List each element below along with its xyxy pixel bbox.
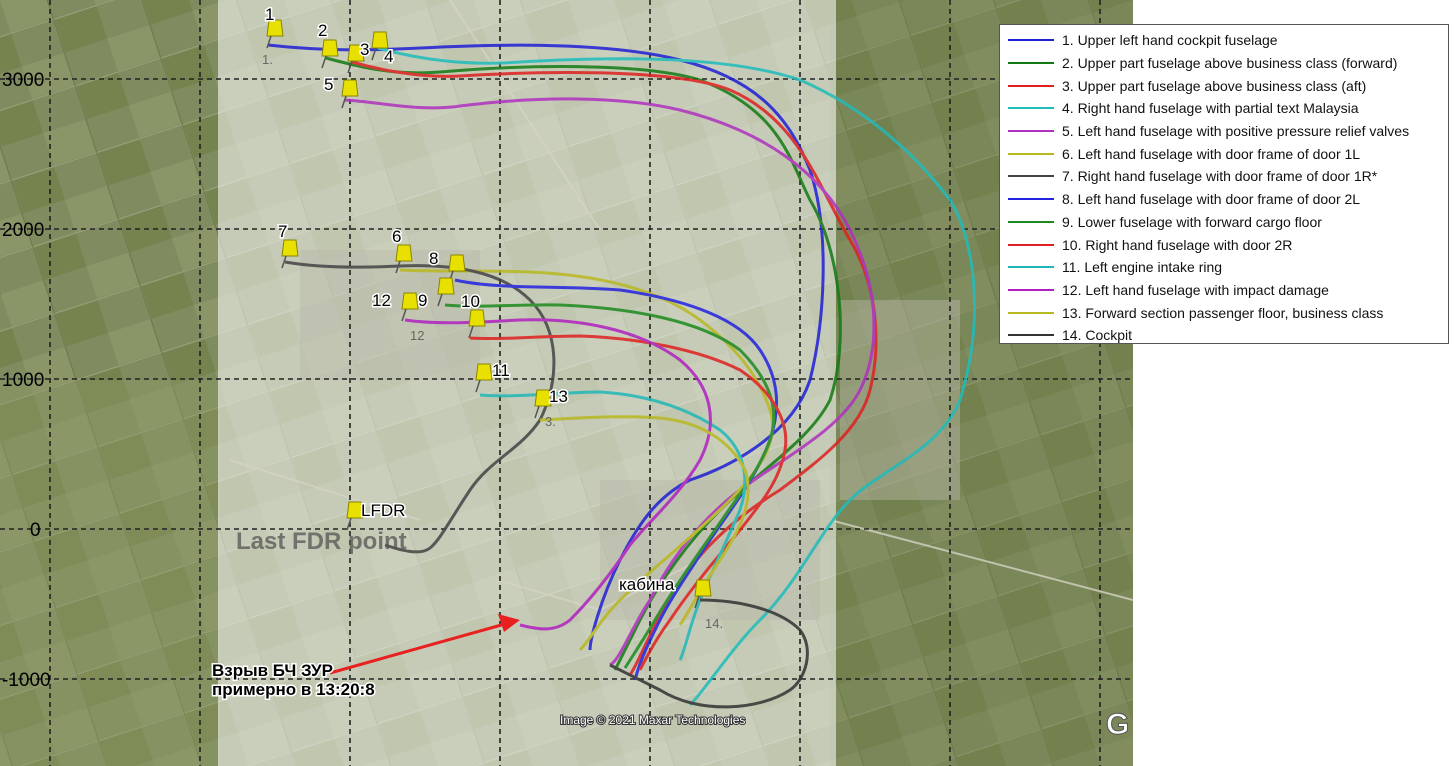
pin-label: 11: [492, 361, 510, 380]
map-canvas: 3000 2000 1000 0 -1000 1. 12 3. 14. Last…: [0, 0, 1133, 766]
pin-label: 3: [360, 40, 369, 59]
satellite-map[interactable]: 3000 2000 1000 0 -1000 1. 12 3. 14. Last…: [0, 0, 1133, 766]
ground-label: 1.: [262, 52, 273, 67]
legend-item: 2. Upper part fuselage above business cl…: [1008, 52, 1448, 75]
pin-icon: [401, 292, 419, 310]
legend-swatch: [1008, 62, 1054, 65]
pin-icon: [468, 309, 486, 327]
pin-icon: [475, 363, 493, 381]
legend-swatch: [1008, 311, 1054, 314]
pin-label: 5: [324, 75, 333, 94]
legend-item: 1. Upper left hand cockpit fuselage: [1008, 29, 1448, 52]
google-logo: G: [1106, 708, 1129, 741]
legend-label: 9. Lower fuselage with forward cargo flo…: [1062, 213, 1322, 230]
pin-label: 4: [384, 47, 393, 66]
legend-item: 7. Right hand fuselage with door frame o…: [1008, 165, 1448, 188]
light-overlay: [218, 0, 836, 766]
legend-swatch: [1008, 107, 1054, 110]
ground-label: 14.: [705, 616, 723, 631]
pin-label: кабина: [619, 575, 675, 594]
pin-label: 13: [549, 387, 568, 406]
legend-item: 11. Left engine intake ring: [1008, 256, 1448, 279]
legend-swatch: [1008, 198, 1054, 201]
image-credit: Image © 2021 Maxar Technologies: [560, 713, 745, 727]
y-axis-label: 0: [30, 520, 41, 541]
pin-label: 1: [265, 5, 274, 24]
legend-item: 13. Forward section passenger floor, bus…: [1008, 301, 1448, 324]
legend-label: 10. Right hand fuselage with door 2R: [1062, 236, 1293, 253]
pin-icon: [448, 254, 466, 272]
legend-item: 10. Right hand fuselage with door 2R: [1008, 233, 1448, 256]
legend-swatch: [1008, 175, 1054, 178]
legend-label: 14. Cockpit: [1062, 327, 1133, 344]
pin-label: 2: [318, 21, 327, 40]
legend-swatch: [1008, 130, 1054, 133]
legend-item: 5. Left hand fuselage with positive pres…: [1008, 120, 1448, 143]
legend-swatch: [1008, 39, 1054, 42]
legend-label: 3. Upper part fuselage above business cl…: [1062, 77, 1367, 94]
pin-icon: [371, 31, 389, 49]
pin-icon: [321, 39, 339, 57]
ground-label: 12: [410, 328, 424, 343]
legend-label: 1. Upper left hand cockpit fuselage: [1062, 32, 1278, 49]
terrain-southwest: [0, 380, 220, 766]
y-axis-label: 2000: [2, 220, 44, 241]
pin-label: 8: [429, 249, 438, 268]
ground-label: 3.: [545, 414, 556, 429]
legend-item: 4. Right hand fuselage with partial text…: [1008, 97, 1448, 120]
legend-swatch: [1008, 288, 1054, 291]
legend-swatch: [1008, 334, 1054, 337]
legend-item: 6. Left hand fuselage with door frame of…: [1008, 142, 1448, 165]
legend-panel: 1. Upper left hand cockpit fuselage 2. U…: [999, 24, 1449, 344]
legend-swatch: [1008, 84, 1054, 87]
pin-icon: [437, 277, 455, 295]
legend-swatch: [1008, 220, 1054, 223]
y-axis-label: 1000: [2, 370, 44, 391]
pin-label: 12: [372, 291, 391, 310]
legend-item: 9. Lower fuselage with forward cargo flo…: [1008, 211, 1448, 234]
y-axis-label: -1000: [2, 670, 51, 691]
legend-label: 6. Left hand fuselage with door frame of…: [1062, 145, 1361, 162]
legend-label: 2. Upper part fuselage above business cl…: [1062, 55, 1398, 72]
legend-item: 14. Cockpit: [1008, 324, 1448, 347]
legend-swatch: [1008, 152, 1054, 155]
legend-label: 5. Left hand fuselage with positive pres…: [1062, 123, 1410, 140]
legend-label: 4. Right hand fuselage with partial text…: [1062, 100, 1359, 117]
legend-label: 7. Right hand fuselage with door frame o…: [1062, 168, 1378, 185]
legend-label: 12. Left hand fuselage with impact damag…: [1062, 281, 1329, 298]
legend-label: 13. Forward section passenger floor, bus…: [1062, 304, 1384, 321]
pin-label: LFDR: [361, 501, 405, 520]
pin-label: 6: [392, 227, 401, 246]
legend-swatch: [1008, 243, 1054, 246]
pin-label: 9: [418, 291, 427, 310]
legend-swatch: [1008, 266, 1054, 269]
pin-label: 10: [461, 292, 480, 311]
legend-item: 12. Left hand fuselage with impact damag…: [1008, 279, 1448, 302]
explosion-label-line2: примерно в 13:20:8: [212, 680, 375, 699]
pin-icon: [694, 579, 712, 597]
pin-icon: [281, 239, 299, 257]
pin-icon: [341, 79, 359, 97]
pin-icon: [395, 244, 413, 262]
pin-label: 7: [278, 222, 287, 241]
legend-label: 11. Left engine intake ring: [1062, 259, 1223, 276]
y-axis-label: 3000: [2, 70, 44, 91]
last-fdr-point-text: Last FDR point: [236, 528, 407, 555]
legend-item: 3. Upper part fuselage above business cl…: [1008, 74, 1448, 97]
legend-item: 8. Left hand fuselage with door frame of…: [1008, 188, 1448, 211]
explosion-label-line1: Взрыв БЧ ЗУР: [212, 661, 333, 680]
legend-label: 8. Left hand fuselage with door frame of…: [1062, 191, 1361, 208]
